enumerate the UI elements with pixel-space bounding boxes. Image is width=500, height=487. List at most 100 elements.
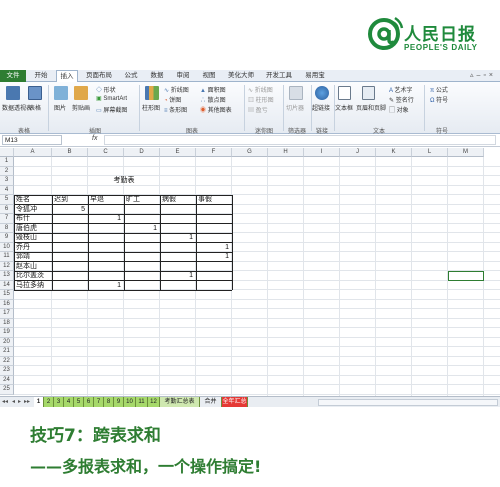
sheet-tab[interactable]: 1 [34,397,44,407]
row-header[interactable]: 14 [0,280,14,290]
column-title-cell[interactable]: 病假 [162,195,176,204]
column-header[interactable]: H [268,148,304,157]
column-title-cell[interactable]: 迟到 [54,195,68,204]
row-header[interactable]: 4 [0,185,14,195]
fx-icon[interactable]: fx [92,135,97,142]
row-header[interactable]: 10 [0,242,14,252]
column-header[interactable]: B [52,148,88,157]
formula-input[interactable] [104,135,496,145]
column-header[interactable]: L [412,148,448,157]
column-header[interactable]: K [376,148,412,157]
name-cell[interactable]: 赵本山 [16,262,37,271]
row-header[interactable]: 18 [0,318,14,328]
sheet-tab[interactable]: 7 [94,397,104,407]
sheet-tab[interactable]: 3 [54,397,64,407]
row-header[interactable]: 1 [0,157,14,167]
column-header[interactable]: F [196,148,232,157]
name-cell[interactable]: 马拉多纳 [16,281,44,290]
row-header[interactable]: 17 [0,309,14,319]
row-header[interactable]: 5 [0,195,14,205]
tab-file[interactable]: 文件 [0,70,26,82]
column-chart-button[interactable]: 柱形图 [142,103,160,112]
row-header[interactable]: 12 [0,261,14,271]
other-chart-button[interactable]: ◉ 其他图表 [200,105,232,114]
hyperlink-button[interactable]: 超链接 [312,103,330,112]
sheet-tab[interactable]: 9 [114,397,124,407]
sheet-tab[interactable]: 6 [84,397,94,407]
sheet-tab[interactable]: 8 [104,397,114,407]
row-header[interactable]: 23 [0,366,14,376]
row-header[interactable]: 16 [0,299,14,309]
worksheet-grid[interactable]: A B C D E F G H I J K L M 1 2 3 4 5 6 7 8 9 10 11 12 13 14 15 16 17 18… [0,148,500,396]
header-footer-button[interactable]: 页眉和页脚 [356,103,386,112]
name-cell[interactable]: 唐伯虎 [16,224,37,233]
sheet-tab[interactable]: 5 [74,397,84,407]
sparkline-line-button[interactable]: ∿ 折线图 [248,85,273,94]
row-header[interactable]: 13 [0,271,14,281]
table-button[interactable]: 表格 [29,103,41,112]
row-header[interactable]: 15 [0,290,14,300]
value-cell[interactable]: 1 [196,243,229,252]
screenshot-button[interactable]: ▭ 屏幕截图 [96,105,127,114]
value-cell[interactable]: 1 [124,224,157,233]
tab-developer[interactable]: 开发工具 [262,70,296,82]
column-header[interactable]: A [14,148,52,157]
equation-button[interactable]: π 公式 [430,85,448,94]
close-icon[interactable]: × [489,72,496,79]
tab-formulas[interactable]: 公式 [120,70,142,82]
column-header[interactable]: I [304,148,340,157]
tab-review[interactable]: 审阅 [172,70,194,82]
row-header[interactable]: 19 [0,328,14,338]
name-cell[interactable]: 布什 [16,214,30,223]
column-header[interactable]: M [448,148,484,157]
name-cell[interactable]: 比尔盖茨 [16,271,44,280]
smartart-button[interactable]: ▣ SmartArt [96,95,127,102]
column-title-cell[interactable]: 早退 [90,195,104,204]
active-cell-m13[interactable] [448,271,484,281]
column-header[interactable]: D [124,148,160,157]
shapes-button[interactable]: ◇ 形状 [96,85,116,94]
bar-chart-button[interactable]: ≡ 条形图 [164,105,187,114]
row-header[interactable]: 8 [0,223,14,233]
column-header[interactable]: C [88,148,124,157]
signature-line-button[interactable]: ✎ 签名行 [389,95,414,104]
column-title-cell[interactable]: 事假 [198,195,212,204]
sheet-tab[interactable]: 12 [148,397,160,407]
row-header[interactable]: 24 [0,375,14,385]
symbol-button[interactable]: Ω 符号 [430,95,448,104]
next-sheet-icon[interactable]: ▸ [18,398,21,405]
sheet-tab[interactable]: 2 [44,397,54,407]
line-chart-button[interactable]: ∿ 折线图 [164,85,189,94]
select-all-corner[interactable] [0,148,14,157]
row-header[interactable]: 6 [0,204,14,214]
row-header[interactable]: 7 [0,214,14,224]
column-header[interactable]: J [340,148,376,157]
row-header[interactable]: 2 [0,166,14,176]
tab-data[interactable]: 数据 [146,70,168,82]
sparkline-column-button[interactable]: ▥ 柱形图 [248,95,274,104]
tab-view[interactable]: 视图 [198,70,220,82]
sheet-tab[interactable]: 10 [124,397,136,407]
sheet-tab[interactable]: 11 [136,397,148,407]
row-header[interactable]: 20 [0,337,14,347]
pivot-table-button[interactable]: 数据透视表 [2,103,32,112]
name-cell[interactable]: 郭靖 [16,252,30,261]
sheet-tab[interactable]: 合并 [200,397,222,407]
name-cell[interactable]: 乔丹 [16,243,30,252]
value-cell[interactable]: 1 [88,281,121,290]
column-title-cell[interactable]: 姓名 [16,195,30,204]
slicer-button[interactable]: 切片器 [286,103,304,112]
first-sheet-icon[interactable]: ◂◂ [2,398,8,405]
area-chart-button[interactable]: ▲ 面积图 [200,85,226,94]
pie-chart-button[interactable]: ◔ 饼图 [164,95,181,104]
scatter-chart-button[interactable]: ∴ 散点图 [200,95,226,104]
value-cell[interactable]: 5 [52,205,85,214]
column-header[interactable]: G [232,148,268,157]
sheet-tab[interactable]: 考勤汇总表 [160,397,200,407]
value-cell[interactable]: 1 [160,271,193,280]
value-cell[interactable]: 1 [160,233,193,242]
sheet-title[interactable]: 考勤表 [88,176,160,185]
tab-easy-use[interactable]: 易用宝 [300,70,330,82]
name-cell[interactable]: 令狐冲 [16,205,37,214]
picture-button[interactable]: 图片 [54,103,66,112]
